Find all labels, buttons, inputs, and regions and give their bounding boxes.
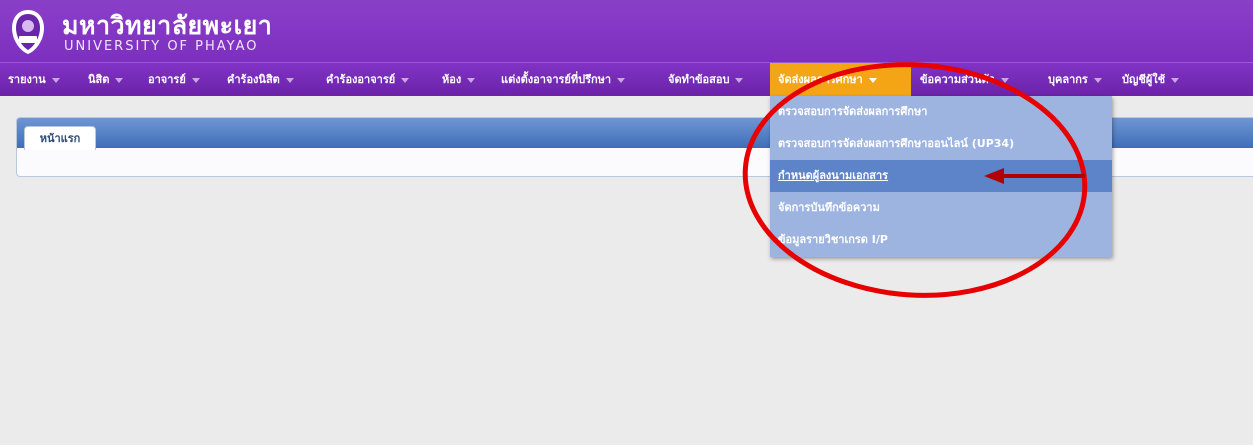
dropdown-item-check-grade-submission[interactable]: ตรวจสอบการจัดส่งผลการศึกษา <box>770 96 1112 128</box>
tab-home[interactable]: หน้าแรก <box>24 126 96 150</box>
menu-rooms[interactable]: ห้อง <box>442 63 476 97</box>
menu-private-messages[interactable]: ข้อความส่วนตัว <box>920 63 1009 97</box>
chevron-down-icon <box>467 77 476 83</box>
university-name-english: UNIVERSITY OF PHAYAO <box>64 39 259 54</box>
menu-student-requests[interactable]: คำร้องนิสิต <box>227 63 294 97</box>
chevron-down-icon <box>285 77 294 83</box>
dropdown-item-course-grade-ip[interactable]: ข้อมูลรายวิชาเกรด I/P <box>770 224 1112 256</box>
chevron-down-icon <box>1000 77 1009 83</box>
menu-user-account[interactable]: บัญชีผู้ใช้ <box>1122 63 1180 97</box>
dropdown-item-manage-memos[interactable]: จัดการบันทึกข้อความ <box>770 192 1112 224</box>
university-seal-icon[interactable] <box>8 8 48 56</box>
menu-report[interactable]: รายงาน <box>8 63 60 97</box>
chevron-down-icon <box>1171 77 1180 83</box>
chevron-down-icon <box>868 77 877 83</box>
dropdown-item-check-online-submission[interactable]: ตรวจสอบการจัดส่งผลการศึกษาออนไลน์ (UP34) <box>770 128 1112 160</box>
chevron-down-icon <box>1093 77 1102 83</box>
chevron-down-icon <box>115 77 124 83</box>
menu-personnel[interactable]: บุคลากร <box>1048 63 1102 97</box>
chevron-down-icon <box>191 77 200 83</box>
menu-lecturers[interactable]: อาจารย์ <box>148 63 200 97</box>
chevron-down-icon <box>401 77 410 83</box>
menu-submit-grades[interactable]: จัดส่งผลการศึกษา <box>770 63 911 97</box>
menu-lecturer-requests[interactable]: คำร้องอาจารย์ <box>326 63 410 97</box>
chevron-down-icon <box>51 77 60 83</box>
chevron-down-icon <box>735 77 744 83</box>
app-header: มหาวิทยาลัยพะเยา UNIVERSITY OF PHAYAO <box>0 0 1253 62</box>
menu-prepare-exam[interactable]: จัดทำข้อสอบ <box>668 63 744 97</box>
menu-students[interactable]: นิสิต <box>88 63 124 97</box>
menu-appoint-advisor[interactable]: แต่งตั้งอาจารย์ที่ปรึกษา <box>501 63 626 97</box>
main-menu-bar: รายงาน นิสิต อาจารย์ คำร้องนิสิต คำร้องอ… <box>0 62 1253 97</box>
submit-grades-dropdown: ตรวจสอบการจัดส่งผลการศึกษา ตรวจสอบการจัด… <box>770 96 1112 257</box>
dropdown-item-set-document-signer[interactable]: กำหนดผู้ลงนามเอกสาร <box>770 160 1112 192</box>
chevron-down-icon <box>617 77 626 83</box>
